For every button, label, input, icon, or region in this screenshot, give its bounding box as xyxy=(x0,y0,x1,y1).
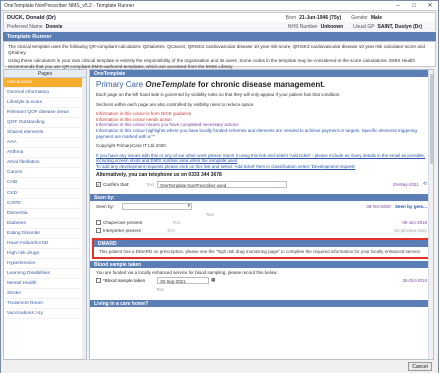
confirm-row: ✓ Confirm that: Text OneTemplate NonPres… xyxy=(90,180,433,189)
blood-sample-date-input[interactable]: 30-Sep-2021 xyxy=(157,276,210,284)
confirm-checkbox[interactable]: ✓ xyxy=(96,181,101,187)
pages-sidebar: Pages Introduction General information L… xyxy=(3,69,87,360)
blood-sample-text-label: Text xyxy=(156,286,164,292)
sidebar-item-vaccinations[interactable]: Vaccinations >1y xyxy=(4,309,86,320)
interpreter-checkbox[interactable] xyxy=(96,228,101,234)
born-value: 21-Jun-1946 (75y) xyxy=(299,14,342,21)
sidebar-item-heart-failure[interactable]: Heart Failure/LVSD xyxy=(4,239,86,249)
sidebar-item-mental-health[interactable]: Mental Health xyxy=(4,279,86,289)
gender-label: Gender xyxy=(351,14,368,21)
chaperone-date: 09-Jun-2018 xyxy=(402,220,427,226)
sidebar-item-relevant-qof[interactable]: Relevant QOF disease areas xyxy=(4,108,86,119)
chaperone-text-label: Text xyxy=(172,220,181,226)
close-icon[interactable]: ✕ xyxy=(422,1,438,11)
sidebar-item-diabetes[interactable]: Diabetes xyxy=(4,219,86,229)
usual-gp-label: Usual GP xyxy=(353,23,375,30)
interpreter-text-label: Text xyxy=(166,228,175,234)
seen-by-text-label: Text xyxy=(206,212,214,218)
seen-by-date: 06-Oct-2020 xyxy=(366,204,391,210)
seen-by-previous: Seen by gem... xyxy=(394,204,427,210)
seen-by-section-header: Seen by: xyxy=(90,193,433,201)
blood-sample-label: *Blood sample taken xyxy=(103,277,146,283)
maximize-icon[interactable]: □ xyxy=(406,1,422,11)
hero-prefix: Primary Care xyxy=(96,80,144,89)
telephone-text: Alternatively, you can telephone us on 0… xyxy=(96,171,222,178)
sidebar-item-treatment-room[interactable]: Treatment Room xyxy=(4,299,86,310)
hero-rest: for chronic disease management. xyxy=(197,80,326,89)
sidebar-item-atrial-fibrillation[interactable]: Atrial fibrillation xyxy=(4,158,86,169)
preferred-name-label: Preferred Name xyxy=(7,23,43,30)
preferred-name-value: Donnie xyxy=(45,23,63,30)
nhs-number-label: NHS Number xyxy=(287,23,318,30)
confirm-history-icon[interactable]: ⟲ xyxy=(423,181,427,187)
chaperone-checkbox[interactable] xyxy=(96,220,101,226)
sidebar-item-qof-outstanding[interactable]: QOF Outstanding xyxy=(4,118,86,129)
main-scrollbar-thumb[interactable] xyxy=(430,74,433,164)
window-title: OneTemplate NonPrescriber NMS_v5.2 - Tem… xyxy=(4,2,135,9)
patient-name: DUCK, Donald (Dr) xyxy=(7,14,56,21)
sidebar-item-aaa[interactable]: AAA xyxy=(4,138,86,149)
sidebar-item-dementia[interactable]: Dementia xyxy=(4,209,86,219)
sidebar-item-ckd[interactable]: CKD xyxy=(4,189,86,199)
template-runner-bar: Template Runner xyxy=(3,32,436,41)
blood-sample-checkbox[interactable] xyxy=(96,277,101,283)
sidebar-item-asthma[interactable]: Asthma xyxy=(4,148,86,159)
cancel-button[interactable]: Cancel xyxy=(408,362,432,371)
minimize-icon[interactable]: – xyxy=(390,1,406,11)
confirm-date: 29-May-2021 xyxy=(392,181,419,187)
sidebar-item-lifestyle-exam[interactable]: Lifestyle & exam xyxy=(4,98,86,109)
chaperone-label: Chaperone present xyxy=(103,220,143,226)
sidebar-item-cancer[interactable]: Cancer xyxy=(4,168,86,179)
dmard-header: DMARD xyxy=(94,239,429,247)
usual-gp-value: SAINT, Dustyn (Dr) xyxy=(377,23,422,30)
blood-sample-prev-date: 26-Oct-2018 xyxy=(402,277,427,283)
sidebar-item-learning-disabilities[interactable]: Learning Disabilities xyxy=(4,269,86,279)
sidebar-item-general-information[interactable]: General information xyxy=(4,88,86,99)
sidebar-item-introduction[interactable]: Introduction xyxy=(4,78,86,89)
legend-local-schemes: Information in this colour highlights wh… xyxy=(96,127,417,139)
blood-sample-row: *Blood sample taken 30-Sep-2021 ▦ 26-Oct… xyxy=(90,276,433,285)
dmard-alert-box: DMARD This patient has a DMARD on prescr… xyxy=(92,237,431,260)
sidebar-item-high-risk-drugs[interactable]: High risk drugs xyxy=(4,249,86,259)
sidebar-scrollbar[interactable] xyxy=(82,78,86,359)
confirm-text-field[interactable]: OneTemplate NonPrescriber used xyxy=(157,180,288,188)
sidebar-item-eating-disorder[interactable]: Eating Disorder xyxy=(4,229,86,239)
seen-by-dropdown[interactable] xyxy=(122,203,193,211)
interpreter-note: No previous entry xyxy=(394,228,427,234)
pages-header: Pages xyxy=(4,70,86,78)
onetemplate-section-header: OneTemplate xyxy=(90,70,433,77)
care-home-header: Living in a care home? xyxy=(90,299,433,307)
page-title: Primary Care OneTemplate for chronic dis… xyxy=(96,80,427,89)
sidebar-item-chd[interactable]: CHD xyxy=(4,178,86,189)
footer-bar: Cancel xyxy=(1,361,438,373)
report-issue-link[interactable]: If you have any issues with this or any … xyxy=(90,153,433,164)
dmard-text: This patient has a DMARD on prescription… xyxy=(99,248,422,254)
confirm-label: Confirm that: xyxy=(103,181,130,187)
confirm-text-label: Text xyxy=(146,181,155,187)
born-label: Born xyxy=(285,14,297,21)
blood-sample-header: Blood sample taken xyxy=(90,261,433,269)
main-content-panel: OneTemplate Primary Care OneTemplate for… xyxy=(89,69,434,360)
gender-value: Male xyxy=(370,14,382,21)
sidebar-item-stroke[interactable]: Stroke xyxy=(4,289,86,300)
sidebar-item-hypertension[interactable]: Hypertension xyxy=(4,259,86,269)
template-runner-window: OneTemplate NonPrescriber NMS_v5.2 - Tem… xyxy=(0,0,439,373)
seen-by-label: Seen by: xyxy=(96,204,115,210)
seen-by-section: Seen by: 06-Oct-2020 Seen by gem... Text… xyxy=(90,201,433,237)
qr-info-line1: The clinical template uses the following… xyxy=(8,44,425,55)
calendar-icon[interactable]: ▦ xyxy=(211,277,215,283)
title-bar: OneTemplate NonPrescriber NMS_v5.2 - Tem… xyxy=(1,1,438,11)
blood-sample-text: You are funded via a locally enhanced se… xyxy=(96,270,278,276)
interpreter-label: Interpreter present xyxy=(103,228,141,234)
hero-heading: Primary Care OneTemplate for chronic dis… xyxy=(90,77,433,92)
sidebar-item-copd[interactable]: COPD xyxy=(4,199,86,209)
main-scrollbar[interactable] xyxy=(428,70,433,359)
nhs-number-value: Unknown xyxy=(320,23,344,30)
hero-onetemplate: OneTemplate xyxy=(145,80,196,89)
patient-banner: DUCK, Donald (Dr) Born 21-Jun-1946 (75y)… xyxy=(3,12,436,31)
sidebar-item-shared-elements[interactable]: Shared elements xyxy=(4,128,86,139)
qr-info-panel: The clinical template uses the following… xyxy=(3,41,436,69)
